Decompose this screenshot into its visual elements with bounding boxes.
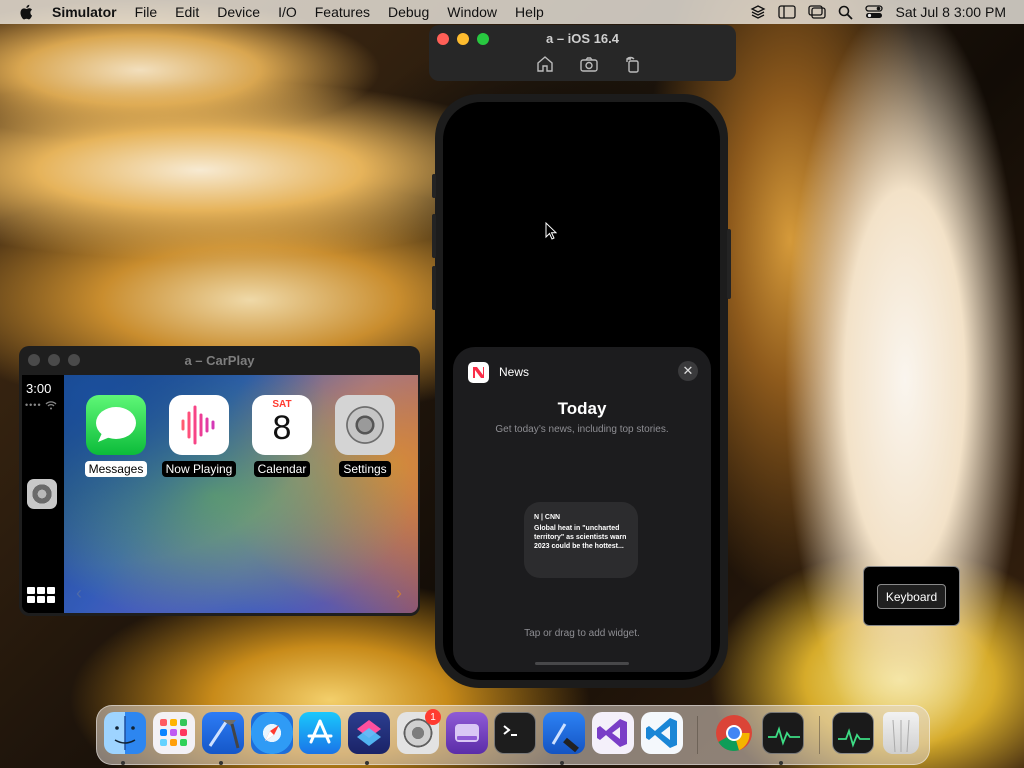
activity-monitor-icon[interactable] bbox=[762, 712, 804, 754]
app-grid-icon[interactable] bbox=[27, 587, 55, 603]
carplay-app-messages[interactable]: Messages bbox=[76, 395, 156, 478]
carplay-window: a – CarPlay 3:00 •••• Messages Now Playi… bbox=[19, 346, 420, 616]
control-center-icon[interactable] bbox=[865, 5, 884, 19]
menu-features[interactable]: Features bbox=[306, 4, 379, 20]
menu-debug[interactable]: Debug bbox=[379, 4, 438, 20]
carplay-app-now-playing[interactable]: Now Playing bbox=[159, 395, 239, 478]
keyboard-panel: Keyboard bbox=[863, 566, 960, 626]
menu-file[interactable]: File bbox=[126, 4, 167, 20]
simulator-running-dot bbox=[560, 761, 564, 765]
screenshot-icon[interactable] bbox=[579, 55, 599, 73]
xcode-dev-icon[interactable] bbox=[543, 712, 585, 754]
xcode-icon[interactable] bbox=[202, 712, 244, 754]
shortcuts-icon[interactable] bbox=[348, 712, 390, 754]
finder-icon[interactable] bbox=[104, 712, 146, 754]
calendar-date: 8 bbox=[272, 409, 292, 447]
vscode-icon[interactable] bbox=[641, 712, 683, 754]
activity-monitor-stack-icon[interactable] bbox=[832, 712, 874, 754]
widget-description: Get today’s news, including top stories. bbox=[495, 424, 669, 435]
calendar-icon: SAT 8 bbox=[252, 395, 312, 455]
messages-label: Messages bbox=[84, 461, 148, 477]
add-widget-hint: Tap or drag to add widget. bbox=[524, 628, 640, 639]
windows-icon[interactable] bbox=[808, 5, 827, 19]
now-playing-label: Now Playing bbox=[161, 461, 237, 477]
menu-edit[interactable]: Edit bbox=[166, 4, 208, 20]
carplay-display[interactable]: 3:00 •••• Messages Now Playing SAT 8 Cal… bbox=[22, 375, 418, 613]
carplay-dashboard-bar: 3:00 •••• bbox=[22, 375, 63, 613]
menu-bar: Simulator File Edit Device I/O Features … bbox=[0, 0, 1024, 24]
carplay-time: 3:00 bbox=[26, 381, 52, 396]
menu-app-name[interactable]: Simulator bbox=[52, 4, 126, 20]
keyboard-button[interactable]: Keyboard bbox=[877, 584, 946, 609]
side-button[interactable] bbox=[727, 229, 731, 299]
finder-running-dot bbox=[121, 761, 125, 765]
settings-label: Settings bbox=[339, 461, 391, 477]
close-sheet-button[interactable]: ✕ bbox=[678, 361, 698, 381]
activity-monitor-running-dot bbox=[779, 761, 783, 765]
home-icon[interactable] bbox=[535, 55, 555, 73]
menu-device[interactable]: Device bbox=[208, 4, 269, 20]
iphone-screen[interactable]: News ✕ Today Get today’s news, including… bbox=[443, 102, 720, 680]
widget-gallery-sheet: News ✕ Today Get today’s news, including… bbox=[453, 347, 711, 672]
dock-separator-2 bbox=[819, 716, 820, 754]
menu-help[interactable]: Help bbox=[506, 4, 553, 20]
shortcuts-running-dot bbox=[365, 761, 369, 765]
dock: 1 bbox=[96, 705, 930, 765]
now-playing-icon bbox=[169, 395, 229, 455]
widget-headline: Global heat in "uncharted territory" as … bbox=[534, 525, 627, 550]
launchpad-icon[interactable] bbox=[153, 712, 195, 754]
volume-up-button[interactable] bbox=[432, 214, 436, 258]
pointer-cursor-icon bbox=[545, 221, 558, 245]
safari-icon[interactable] bbox=[251, 712, 293, 754]
menu-io[interactable]: I/O bbox=[269, 4, 306, 20]
settings-icon bbox=[335, 395, 395, 455]
terminal-icon[interactable] bbox=[494, 712, 536, 754]
calendar-label: Calendar bbox=[253, 461, 311, 477]
widget-title: Today bbox=[557, 399, 607, 418]
simulator-window-toolbar: a – iOS 16.4 bbox=[429, 25, 736, 81]
carplay-home-screen: Messages Now Playing SAT 8 Calendar Sett… bbox=[64, 375, 418, 613]
rotate-icon[interactable] bbox=[623, 55, 643, 73]
news-app-icon bbox=[468, 362, 489, 383]
sidebar-icon[interactable] bbox=[778, 5, 797, 19]
layers-icon[interactable] bbox=[750, 4, 766, 20]
menubar-clock[interactable]: Sat Jul 8 3:00 PM bbox=[895, 4, 1006, 20]
menu-window[interactable]: Window bbox=[438, 4, 506, 20]
news-widget-preview[interactable]: N | CNN Global heat in "uncharted territ… bbox=[524, 502, 638, 578]
widget-source: N | CNN bbox=[534, 514, 561, 521]
silent-switch[interactable] bbox=[432, 174, 436, 198]
chrome-icon[interactable] bbox=[713, 712, 755, 754]
simulator-title: a – iOS 16.4 bbox=[546, 31, 619, 46]
home-indicator[interactable] bbox=[535, 662, 629, 665]
volume-down-button[interactable] bbox=[432, 266, 436, 310]
app-store-icon[interactable] bbox=[299, 712, 341, 754]
messages-icon bbox=[86, 395, 146, 455]
carplay-title: a – CarPlay bbox=[184, 353, 255, 368]
carplay-app-settings[interactable]: Settings bbox=[325, 395, 405, 478]
search-icon[interactable] bbox=[838, 5, 854, 20]
page-back-icon[interactable]: ‹ bbox=[76, 583, 82, 604]
signal-wifi-icon: •••• bbox=[25, 400, 57, 410]
apple-menu-icon[interactable] bbox=[0, 4, 52, 20]
xcode-running-dot bbox=[219, 761, 223, 765]
disk-utility-icon[interactable] bbox=[446, 712, 488, 754]
carplay-app-calendar[interactable]: SAT 8 Calendar bbox=[242, 395, 322, 478]
visual-studio-icon[interactable] bbox=[592, 712, 634, 754]
widget-app-name: News bbox=[499, 365, 530, 379]
trash-icon[interactable] bbox=[883, 712, 919, 754]
carplay-settings-shortcut-icon[interactable] bbox=[27, 479, 57, 509]
page-forward-icon[interactable]: › bbox=[396, 583, 402, 604]
dock-separator bbox=[697, 716, 698, 754]
notification-badge: 1 bbox=[425, 709, 441, 725]
iphone-device: News ✕ Today Get today’s news, including… bbox=[432, 94, 731, 688]
